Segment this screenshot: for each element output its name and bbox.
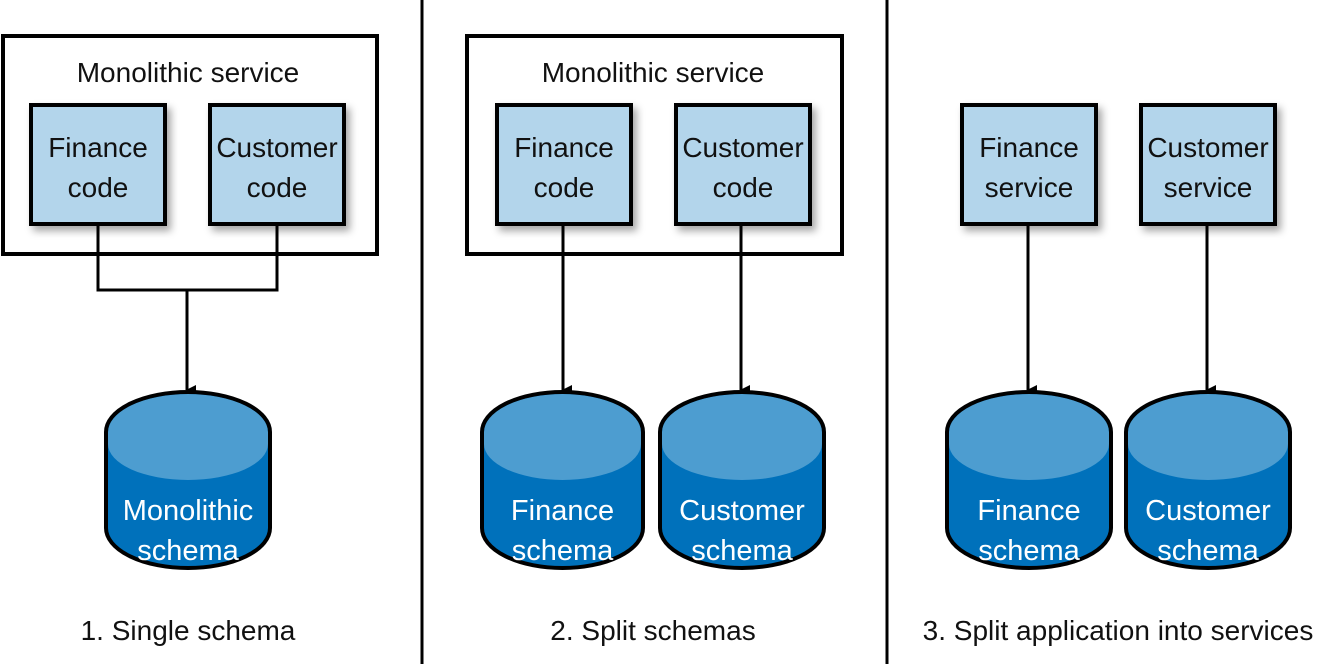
database-top bbox=[662, 394, 822, 480]
finance-code-box: Finance code bbox=[29, 103, 167, 226]
box-label: Finance bbox=[514, 132, 614, 163]
panel-single-schema: Monolithic service Finance code Customer… bbox=[1, 34, 379, 646]
box-label: service bbox=[985, 172, 1074, 203]
customer-schema-database: Customer schema bbox=[658, 390, 826, 570]
finance-schema-database: Finance schema bbox=[480, 390, 645, 570]
panel-split-schemas: Monolithic service Finance code Customer… bbox=[465, 34, 844, 646]
database-label: Monolithic bbox=[123, 495, 254, 527]
caption: 3. Split application into services bbox=[923, 615, 1314, 646]
finance-code-box: Finance code bbox=[495, 103, 633, 226]
database-label: Finance bbox=[977, 495, 1080, 527]
database-label: Finance bbox=[511, 495, 614, 527]
container-label: Monolithic service bbox=[542, 57, 765, 88]
database-label: schema bbox=[137, 535, 239, 567]
box-label: Finance bbox=[979, 132, 1079, 163]
database-label: schema bbox=[691, 535, 793, 567]
box-label: code bbox=[713, 172, 774, 203]
database-label: schema bbox=[512, 535, 614, 567]
database-top bbox=[949, 394, 1109, 480]
customer-schema-database: Customer schema bbox=[1124, 390, 1292, 570]
box-label: Customer bbox=[216, 132, 337, 163]
customer-code-box: Customer code bbox=[674, 103, 812, 226]
box-label: code bbox=[68, 172, 129, 203]
database-top bbox=[1128, 394, 1288, 480]
database-top bbox=[484, 394, 641, 480]
panel-split-services: Finance service Customer service Finance… bbox=[923, 103, 1314, 646]
database-label: Customer bbox=[1145, 495, 1271, 527]
database-label: schema bbox=[978, 535, 1080, 567]
caption: 2. Split schemas bbox=[550, 615, 755, 646]
customer-service-box: Customer service bbox=[1139, 103, 1277, 226]
database-top bbox=[108, 394, 268, 480]
monolithic-schema-database: Monolithic schema bbox=[104, 390, 272, 570]
box-label: code bbox=[534, 172, 595, 203]
container-label: Monolithic service bbox=[77, 57, 300, 88]
database-label: schema bbox=[1157, 535, 1259, 567]
customer-code-box: Customer code bbox=[208, 103, 346, 226]
box-label: Customer bbox=[682, 132, 803, 163]
finance-service-box: Finance service bbox=[960, 103, 1098, 226]
schema-split-diagram: Monolithic service Finance code Customer… bbox=[1, 0, 1314, 664]
database-label: Customer bbox=[679, 495, 805, 527]
caption: 1. Single schema bbox=[81, 615, 296, 646]
box-label: code bbox=[247, 172, 308, 203]
box-label: Finance bbox=[48, 132, 148, 163]
finance-schema-database: Finance schema bbox=[945, 390, 1113, 570]
box-label: service bbox=[1164, 172, 1253, 203]
box-label: Customer bbox=[1147, 132, 1268, 163]
